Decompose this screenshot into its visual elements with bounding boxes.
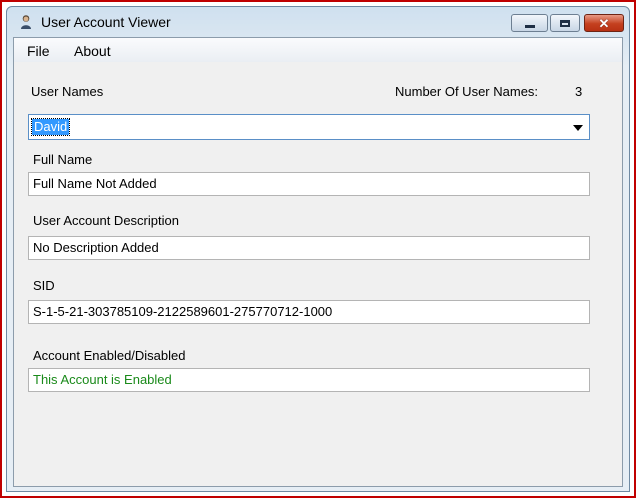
client-area: File About User Names Number Of User Nam… xyxy=(13,37,623,487)
close-button[interactable]: ✕ xyxy=(584,14,624,32)
window-title: User Account Viewer xyxy=(41,14,171,30)
full-name-field[interactable]: Full Name Not Added xyxy=(28,172,590,196)
user-icon xyxy=(19,14,33,30)
account-status-field[interactable]: This Account is Enabled xyxy=(28,368,590,392)
menu-bar: File About xyxy=(14,38,622,62)
description-field[interactable]: No Description Added xyxy=(28,236,590,260)
screenshot-frame: User Account Viewer ✕ File About User Na… xyxy=(0,0,636,498)
app-window: User Account Viewer ✕ File About User Na… xyxy=(6,6,630,492)
menu-about[interactable]: About xyxy=(74,43,111,59)
sid-field[interactable]: S-1-5-21-303785109-2122589601-275770712-… xyxy=(28,300,590,324)
title-bar[interactable]: User Account Viewer ✕ xyxy=(7,7,629,37)
dropdown-arrow-icon[interactable] xyxy=(573,125,583,131)
maximize-button[interactable] xyxy=(550,14,580,32)
minimize-icon xyxy=(524,24,535,28)
user-names-label: User Names xyxy=(31,84,104,99)
account-status-label: Account Enabled/Disabled xyxy=(33,348,186,363)
full-name-label: Full Name xyxy=(33,152,93,167)
maximize-icon xyxy=(560,19,570,27)
close-icon: ✕ xyxy=(598,15,610,31)
user-names-dropdown[interactable]: David xyxy=(28,114,590,140)
description-label: User Account Description xyxy=(33,213,179,228)
sid-label: SID xyxy=(33,278,55,293)
user-count-label: Number Of User Names: xyxy=(395,84,539,99)
menu-file[interactable]: File xyxy=(27,43,50,59)
selected-user-value: David xyxy=(30,118,71,136)
user-count-value: 3 xyxy=(575,84,583,99)
minimize-button[interactable] xyxy=(511,14,548,32)
